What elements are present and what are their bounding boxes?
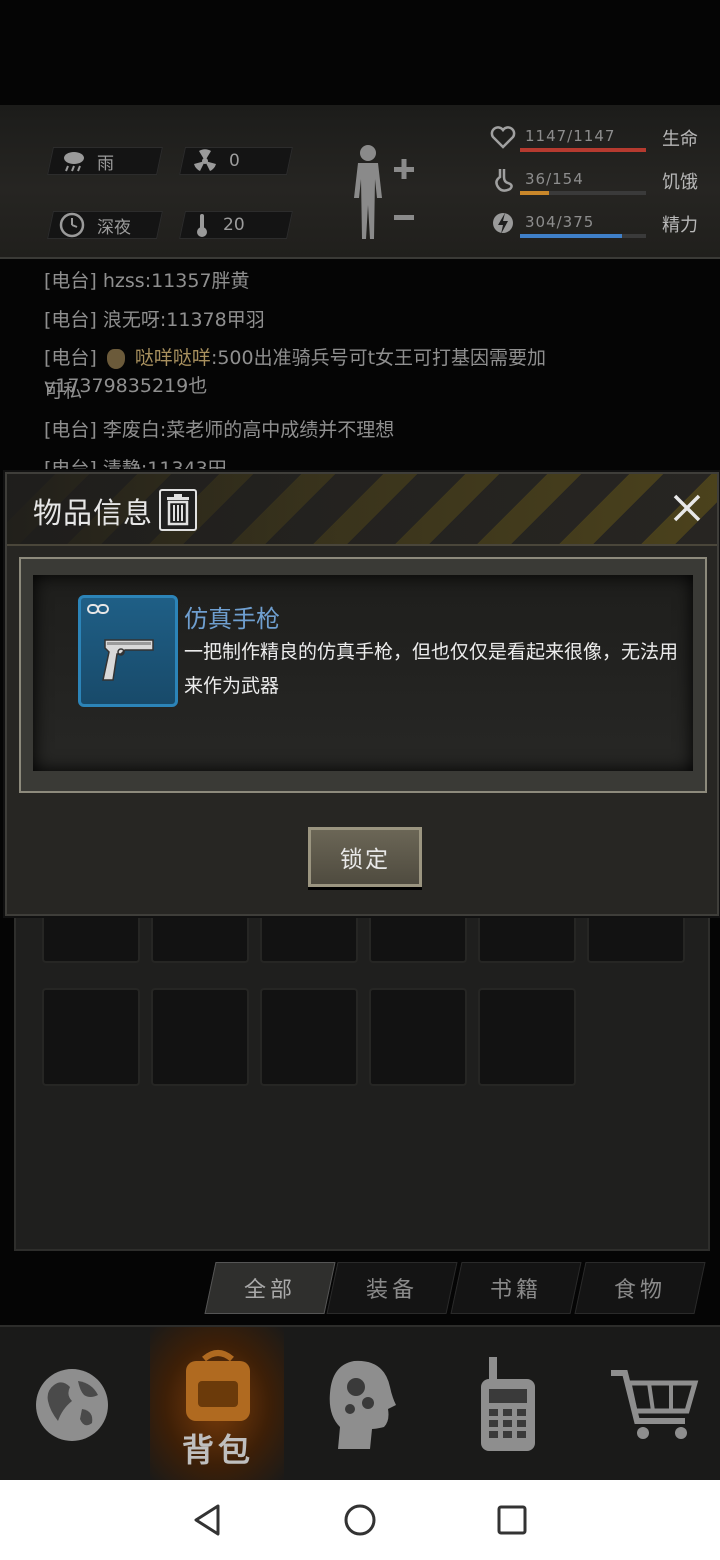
health-bar <box>520 148 646 152</box>
inventory-slot[interactable] <box>260 988 358 1086</box>
shopping-cart-icon <box>611 1369 699 1439</box>
globe-icon <box>36 1368 108 1441</box>
tab-equipment-label: 装备 <box>365 1278 418 1303</box>
thermometer-icon <box>197 214 207 237</box>
chat-username[interactable]: 哒咩哒咩 <box>135 347 211 369</box>
health-value: 1147/1147 <box>525 127 616 145</box>
chat-channel-tag: [电台] <box>44 270 97 292</box>
bind-link-icon <box>87 604 109 614</box>
close-icon <box>673 494 701 522</box>
lock-button[interactable]: 锁定 <box>308 827 422 887</box>
nav-world-map[interactable] <box>0 1327 144 1482</box>
health-bar-fill <box>520 148 646 152</box>
recents-icon[interactable] <box>496 1504 528 1536</box>
radiation-value: 0 <box>229 151 240 171</box>
tab-all-label: 全部 <box>243 1278 296 1303</box>
nav-backpack-label: 背包 <box>182 1431 255 1469</box>
temperature-chip: 20 <box>179 211 293 239</box>
hunger-label: 饥饿 <box>662 172 698 193</box>
nav-shop[interactable] <box>582 1327 720 1482</box>
tab-books-label: 书籍 <box>489 1278 542 1303</box>
hunger-bar <box>520 191 646 195</box>
tab-all[interactable]: 全部 <box>204 1262 336 1314</box>
tab-equipment[interactable]: 装备 <box>326 1262 458 1314</box>
dialog-title: 物品信息 <box>33 496 154 530</box>
backpack-icon <box>186 1350 250 1421</box>
chat-channel-tag: [电台] <box>44 458 97 469</box>
status-panel: 雨 0 深夜 20 1147/1147 生命 36/154 饥饿 304/375… <box>0 105 720 259</box>
item-card: 仿真手枪 一把制作精良的仿真手枪，但也仅仅是看起来很像，无法用来作为武器 <box>19 557 707 793</box>
item-name: 仿真手枪 <box>184 605 280 633</box>
health-label: 生命 <box>662 129 698 150</box>
trash-button[interactable] <box>159 489 197 531</box>
body-status-icon[interactable] <box>346 143 422 243</box>
energy-value: 304/375 <box>525 213 595 231</box>
energy-bar <box>520 234 646 238</box>
chat-line: [电台] 哒咩哒咩:500出准骑兵号可t女王可打基因需要加v1737983521… <box>44 344 684 400</box>
chat-line: [电台] 清静:11343田 <box>44 455 227 469</box>
weather-chip: 雨 <box>47 147 163 175</box>
chat-channel-tag: [电台] <box>44 347 97 369</box>
time-chip: 深夜 <box>47 211 163 239</box>
close-button[interactable] <box>667 488 707 528</box>
item-info-dialog: 物品信息 仿真手枪 一把制作精良的仿真手枪，但也仅仅是看起来很像，无法用来作为武… <box>5 472 719 916</box>
radiation-icon <box>194 149 216 171</box>
time-value: 深夜 <box>97 217 131 238</box>
energy-label: 精力 <box>662 215 698 236</box>
item-card-body: 仿真手枪 一把制作精良的仿真手枪，但也仅仅是看起来很像，无法用来作为武器 <box>33 575 693 771</box>
item-icon-slot[interactable] <box>78 595 178 707</box>
walkie-talkie-icon <box>481 1356 535 1451</box>
stomach-icon <box>495 169 513 192</box>
temperature-value: 20 <box>223 215 245 235</box>
badge-icon <box>106 348 125 369</box>
chat-line-wrap: 可私 <box>44 380 83 402</box>
hunger-bar-fill <box>520 191 550 195</box>
chat-text: 浪无呀:11378甲羽 <box>102 309 265 331</box>
item-description: 一把制作精良的仿真手枪，但也仅仅是看起来很像，无法用来作为武器 <box>184 641 679 697</box>
inventory-slot[interactable] <box>369 988 467 1086</box>
weather-value: 雨 <box>97 153 114 174</box>
tab-food[interactable]: 食物 <box>574 1262 706 1314</box>
heart-icon <box>490 126 516 149</box>
chat-channel-tag: [电台] <box>44 419 97 441</box>
system-nav-bar <box>0 1480 720 1560</box>
inventory-slot[interactable] <box>151 988 249 1086</box>
bottom-nav: 背包 <box>0 1325 720 1482</box>
clock-icon <box>59 212 85 238</box>
chat-text: hzss:11357胖黄 <box>102 270 250 292</box>
lightning-icon <box>493 213 513 234</box>
nav-backpack[interactable]: 背包 <box>150 1327 284 1482</box>
home-icon[interactable] <box>342 1502 378 1538</box>
inventory-slot[interactable] <box>478 988 576 1086</box>
chat-line: [电台] hzss:11357胖黄 <box>44 267 250 295</box>
chat-text: 李废白:菜老师的高中成绩并不理想 <box>102 419 395 441</box>
chat-text: 清静:11343田 <box>102 458 227 469</box>
chat-channel-tag: [电台] <box>44 309 97 331</box>
back-icon[interactable] <box>190 1502 224 1538</box>
hunger-value: 36/154 <box>525 170 584 188</box>
inventory-slot[interactable] <box>42 988 140 1086</box>
backpack-grid <box>14 899 710 1251</box>
energy-bar-fill <box>520 234 623 238</box>
chat-line: [电台] 浪无呀:11378甲羽 <box>44 306 265 334</box>
pistol-icon <box>102 639 154 681</box>
tab-food-label: 食物 <box>613 1278 666 1303</box>
trash-icon <box>167 494 189 526</box>
rain-cloud-icon <box>64 152 84 172</box>
chat-line: [电台] 李废白:菜老师的高中成绩并不理想 <box>44 416 394 444</box>
radiation-chip: 0 <box>179 147 293 175</box>
nav-radio[interactable] <box>436 1327 580 1482</box>
nav-skills[interactable] <box>290 1327 434 1482</box>
tab-books[interactable]: 书籍 <box>450 1262 582 1314</box>
head-gears-icon <box>329 1360 396 1449</box>
